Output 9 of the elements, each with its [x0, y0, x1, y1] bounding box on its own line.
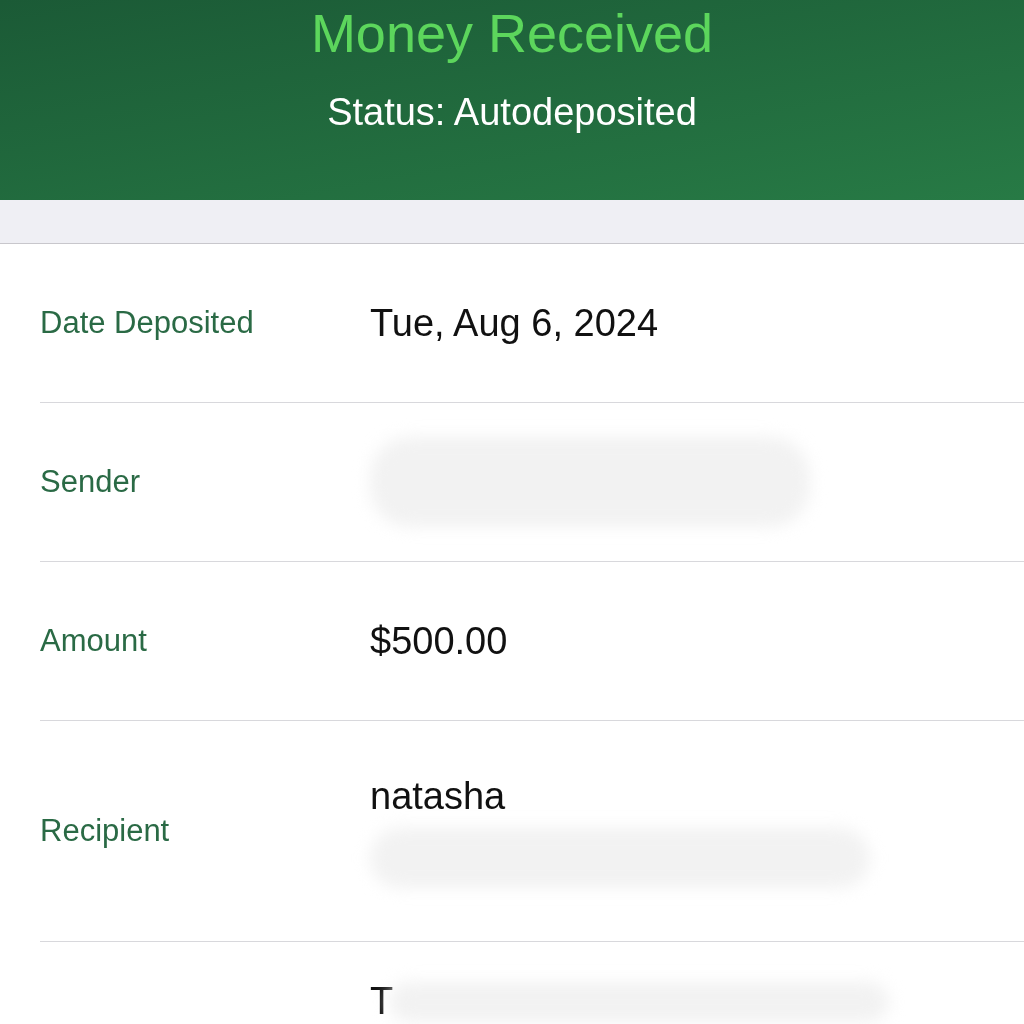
- field-value: T: [370, 980, 394, 1023]
- field-label: Amount: [40, 623, 148, 659]
- field-value: natasha: [370, 774, 507, 818]
- field-label: Date Deposited: [40, 305, 255, 341]
- field-value: $500.00: [370, 619, 509, 663]
- field-label: Sender: [40, 464, 141, 500]
- field-value: Tue, Aug 6, 2024: [370, 301, 660, 345]
- field-label: Recipient: [40, 813, 171, 849]
- status-text: Status: Autodeposited: [327, 91, 697, 134]
